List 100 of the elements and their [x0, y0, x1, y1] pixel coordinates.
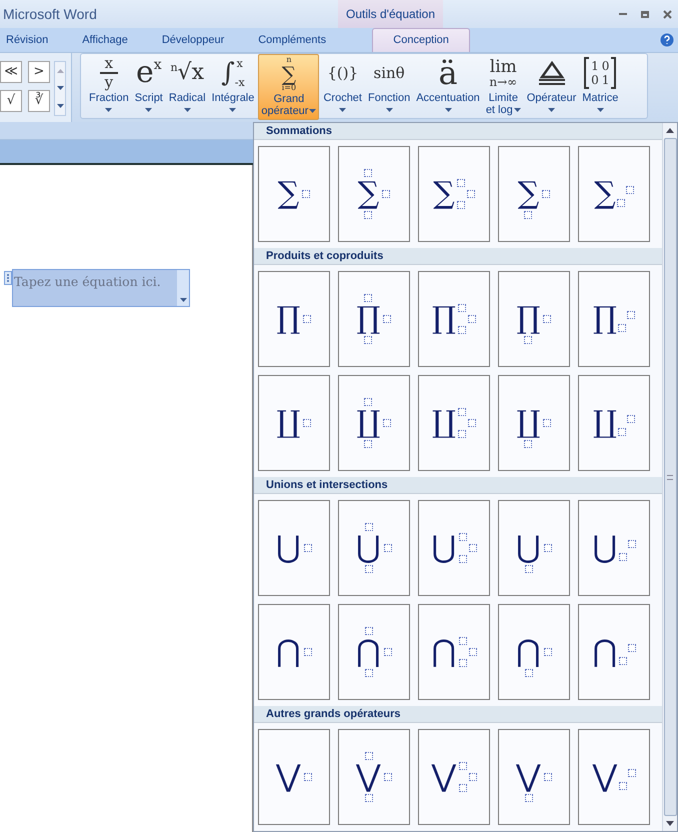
placeholder-icon — [364, 398, 372, 406]
operator-symbol: ∑ — [278, 179, 300, 209]
structure-button[interactable]: Opérateur — [524, 54, 578, 120]
gallery-tile[interactable]: ⋃ — [498, 500, 570, 596]
scrollbar[interactable] — [662, 123, 677, 831]
gallery-tile[interactable]: ∐ — [418, 375, 490, 471]
gallery-tile[interactable]: ⋁ — [578, 729, 650, 825]
gallery-tile[interactable]: ∏ — [338, 271, 410, 367]
glyph-text: 1 — [591, 59, 599, 73]
placeholder-icon — [544, 773, 552, 781]
symbol-button[interactable]: √ — [0, 90, 22, 112]
structure-button[interactable]: x y Fraction — [87, 54, 131, 120]
caret-icon — [56, 104, 64, 108]
section-header: Autres grands opérateurs — [254, 706, 662, 723]
structure-button[interactable]: ä Accentuation — [414, 54, 482, 120]
glyph-text: y — [104, 75, 114, 90]
caret-icon — [514, 108, 521, 112]
caret-icon — [596, 108, 604, 112]
placeholder-icon — [304, 773, 312, 781]
placeholder-icon — [524, 336, 532, 344]
up-arrow-icon — [666, 128, 674, 133]
symbol-button[interactable]: ∛ — [28, 90, 50, 112]
operator-symbol: ∏ — [356, 304, 380, 334]
structure-button[interactable]: 1 0 0 1 Matrice — [580, 54, 620, 120]
gallery-tile[interactable]: ∏ — [418, 271, 490, 367]
placeholder-icon — [364, 627, 372, 635]
gallery-tile[interactable]: ⋂ — [578, 604, 650, 700]
gallery-tile[interactable]: ∐ — [338, 375, 410, 471]
placeholder-icon — [384, 773, 392, 781]
symbol-button[interactable]: ≪ — [0, 61, 22, 83]
gallery-tile[interactable]: ∏ — [498, 271, 570, 367]
gallery-scroll-buttons[interactable] — [54, 61, 66, 116]
placeholder-icon — [364, 294, 372, 302]
placeholder-icon — [524, 440, 532, 448]
gallery-tile[interactable]: ∏ — [578, 271, 650, 367]
operator-symbol: ⋃ — [276, 533, 301, 563]
ribbon-tab[interactable]: Conception — [372, 28, 470, 52]
structure-button[interactable]: {()} Crochet — [321, 54, 364, 120]
operator-symbol: ⋁ — [432, 762, 456, 792]
gallery-tile[interactable]: ⋃ — [258, 500, 330, 596]
gallery-tile[interactable]: ⋃ — [578, 500, 650, 596]
operator-symbol: ∏ — [593, 304, 617, 334]
operator-symbol: ∑ — [594, 179, 616, 209]
gallery-tile[interactable]: ∏ — [258, 271, 330, 367]
placeholder-icon — [524, 794, 532, 802]
help-icon[interactable] — [660, 33, 674, 47]
ribbon-tab[interactable]: Compléments — [252, 28, 332, 52]
gallery-tile[interactable]: ⋂ — [258, 604, 330, 700]
structure-button[interactable]: n ∑ i=0 Grand opérateur — [258, 54, 320, 120]
operator-symbol: ∏ — [516, 304, 540, 334]
operator-symbol: ∐ — [432, 408, 456, 438]
operator-symbol: ⋂ — [516, 637, 541, 667]
gallery-tile[interactable]: ∑ — [418, 146, 490, 242]
gallery-tile[interactable]: ∑ — [498, 146, 570, 242]
placeholder-icon — [364, 794, 372, 802]
ribbon-tab[interactable]: Révision — [0, 28, 54, 52]
operator-symbol: ∑ — [433, 179, 455, 209]
placeholder-icon — [383, 315, 392, 323]
gallery-tile[interactable]: ∐ — [258, 375, 330, 471]
down-arrow-icon — [666, 821, 674, 826]
operator-symbol: ⋃ — [516, 533, 541, 563]
gallery-tile[interactable]: ⋃ — [338, 500, 410, 596]
operator-symbol: ∐ — [356, 408, 380, 438]
operator-symbol: ⋃ — [356, 533, 381, 563]
section-header: Produits et coproduits — [254, 248, 662, 265]
glyph-text: n→∞ — [489, 76, 518, 88]
placeholder-icon — [364, 169, 372, 177]
gallery-tile[interactable]: ∑ — [258, 146, 330, 242]
operator-symbol: ⋂ — [432, 637, 456, 667]
up-arrow-icon — [56, 68, 64, 73]
gallery-tile[interactable]: ⋁ — [418, 729, 490, 825]
ribbon-tab[interactable]: Développeur — [156, 28, 230, 52]
glyph-text: i=0 — [282, 84, 296, 92]
operator-symbol: ⋂ — [276, 637, 301, 667]
section-header: Unions et intersections — [254, 477, 662, 494]
gallery-tile[interactable]: ⋁ — [338, 729, 410, 825]
ribbon-tab[interactable]: Affichage — [76, 28, 134, 52]
operator-symbol: ⋃ — [592, 533, 618, 563]
symbol-button[interactable]: > — [28, 61, 50, 83]
operator-icon — [536, 61, 566, 85]
placeholder-icon — [364, 440, 372, 448]
caret-icon — [444, 108, 452, 112]
gallery-tile[interactable]: ⋂ — [498, 604, 570, 700]
gallery-tile[interactable]: ⋂ — [418, 604, 490, 700]
glyph-text: 0 — [591, 73, 599, 87]
gallery-tile[interactable]: ∐ — [578, 375, 650, 471]
structure-button[interactable]: lim n→∞ Limite et log — [484, 54, 523, 120]
operator-symbol: ⋁ — [276, 762, 301, 792]
window-title: Microsoft Word — [2, 4, 98, 24]
gallery-tile[interactable]: ∑ — [578, 146, 650, 242]
gallery-tile[interactable]: ⋁ — [498, 729, 570, 825]
gallery-tile[interactable]: ⋃ — [418, 500, 490, 596]
gallery-tile[interactable]: ∑ — [338, 146, 410, 242]
gallery-tile[interactable]: ⋁ — [258, 729, 330, 825]
caret-icon — [145, 108, 152, 112]
structure-button[interactable]: sinθ Fonction — [366, 54, 412, 120]
gallery-tile[interactable]: ⋂ — [338, 604, 410, 700]
placeholder-icon — [524, 565, 532, 573]
glyph-text: x — [154, 58, 162, 72]
gallery-tile[interactable]: ∐ — [498, 375, 570, 471]
